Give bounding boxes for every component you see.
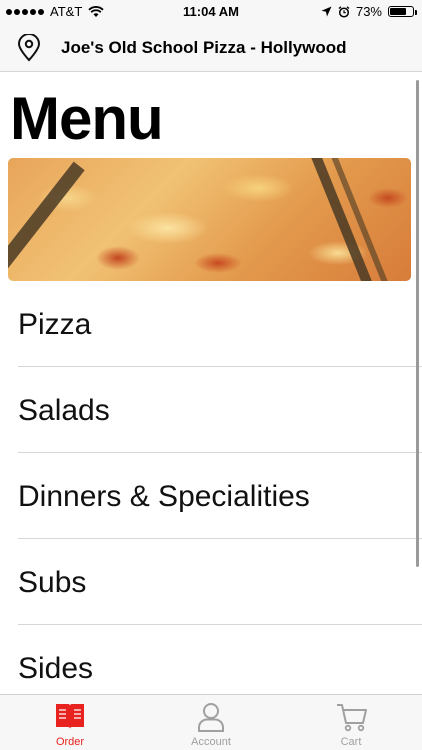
tab-label: Cart (340, 736, 362, 748)
restaurant-title[interactable]: Joe's Old School Pizza - Hollywood (61, 38, 347, 58)
category-dinners-specialities[interactable]: Dinners & Specialities (18, 453, 422, 539)
category-label: Salads (18, 394, 110, 427)
cart-icon (337, 704, 367, 732)
location-pin-icon[interactable] (16, 34, 42, 62)
battery-icon (388, 6, 417, 17)
tab-cart[interactable]: Cart (301, 695, 401, 750)
battery-percent: 73% (355, 4, 382, 19)
category-sides[interactable]: Sides (18, 625, 422, 694)
category-label: Subs (18, 566, 87, 599)
app-screen: AT&T 11:04 AM 73% Joe's Old School Pizza… (0, 0, 422, 750)
location-arrow-icon (321, 6, 332, 17)
menu-content: Menu Pizza Salads Dinners & Specialities… (0, 72, 422, 694)
scrollbar[interactable] (416, 80, 419, 567)
status-bar: AT&T 11:04 AM 73% (0, 0, 422, 24)
category-list: Pizza Salads Dinners & Specialities Subs… (0, 281, 422, 694)
tab-bar: Order Account Cart (0, 694, 422, 750)
page-title: Menu (10, 85, 164, 152)
tab-account[interactable]: Account (161, 695, 261, 750)
alarm-icon (338, 5, 350, 18)
category-label: Dinners & Specialities (18, 480, 310, 513)
person-icon (198, 703, 224, 732)
status-right: 73% (321, 4, 417, 19)
battery-fill (390, 8, 407, 15)
pizza-banner-image (8, 158, 411, 281)
category-pizza[interactable]: Pizza (18, 281, 422, 367)
menu-book-icon (56, 704, 84, 729)
category-salads[interactable]: Salads (18, 367, 422, 453)
category-label: Pizza (18, 308, 92, 341)
tab-label: Account (191, 736, 231, 748)
category-subs[interactable]: Subs (18, 539, 422, 625)
tab-label: Order (55, 736, 85, 748)
restaurant-header[interactable]: Joe's Old School Pizza - Hollywood (0, 24, 422, 72)
tab-order[interactable]: Order (20, 695, 120, 750)
category-label: Sides (18, 652, 94, 685)
